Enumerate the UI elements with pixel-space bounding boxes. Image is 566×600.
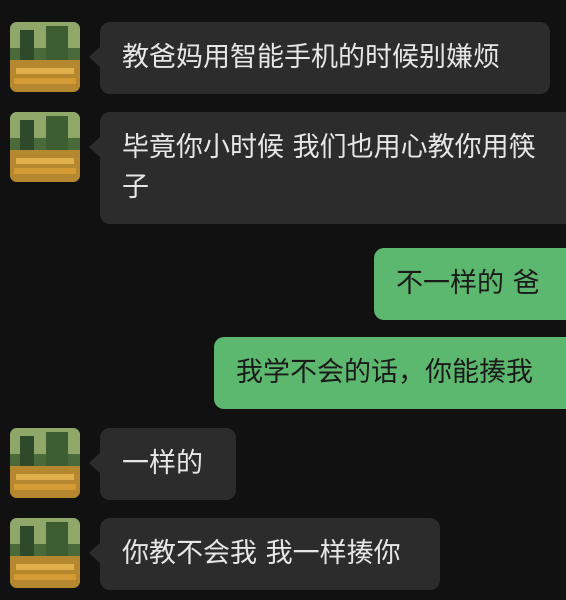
landscape-avatar-icon <box>10 22 80 92</box>
message-bubble-incoming[interactable]: 毕竟你小时候 我们也用心教你用筷子 <box>89 112 566 224</box>
message-bubble-incoming[interactable]: 一样的 <box>89 428 236 500</box>
contact-avatar[interactable] <box>10 428 80 498</box>
message-bubble-outgoing[interactable]: 不一样的 爸 <box>374 248 566 320</box>
message-text: 教爸妈用智能手机的时候别嫌烦 <box>122 42 500 73</box>
message-text: 毕竟你小时候 我们也用心教你用筷子 <box>122 132 536 203</box>
message-text: 你教不会我 我一样揍你 <box>122 538 401 569</box>
contact-avatar[interactable] <box>10 518 80 588</box>
landscape-avatar-icon <box>10 428 80 498</box>
message-text: 一样的 <box>122 448 203 479</box>
contact-avatar[interactable] <box>10 112 80 182</box>
message-bubble-incoming[interactable]: 你教不会我 我一样揍你 <box>89 518 440 590</box>
landscape-avatar-icon <box>10 518 80 588</box>
message-bubble-incoming[interactable]: 教爸妈用智能手机的时候别嫌烦 <box>89 22 550 94</box>
landscape-avatar-icon <box>10 112 80 182</box>
chat-window: 教爸妈用智能手机的时候别嫌烦 毕竟你小时候 我们也用心教你用筷子 不一样的 爸 … <box>0 0 566 600</box>
message-bubble-outgoing[interactable]: 我学不会的话，你能揍我 <box>214 337 566 409</box>
message-text: 不一样的 爸 <box>396 268 540 299</box>
contact-avatar[interactable] <box>10 22 80 92</box>
message-text: 我学不会的话，你能揍我 <box>236 357 533 388</box>
